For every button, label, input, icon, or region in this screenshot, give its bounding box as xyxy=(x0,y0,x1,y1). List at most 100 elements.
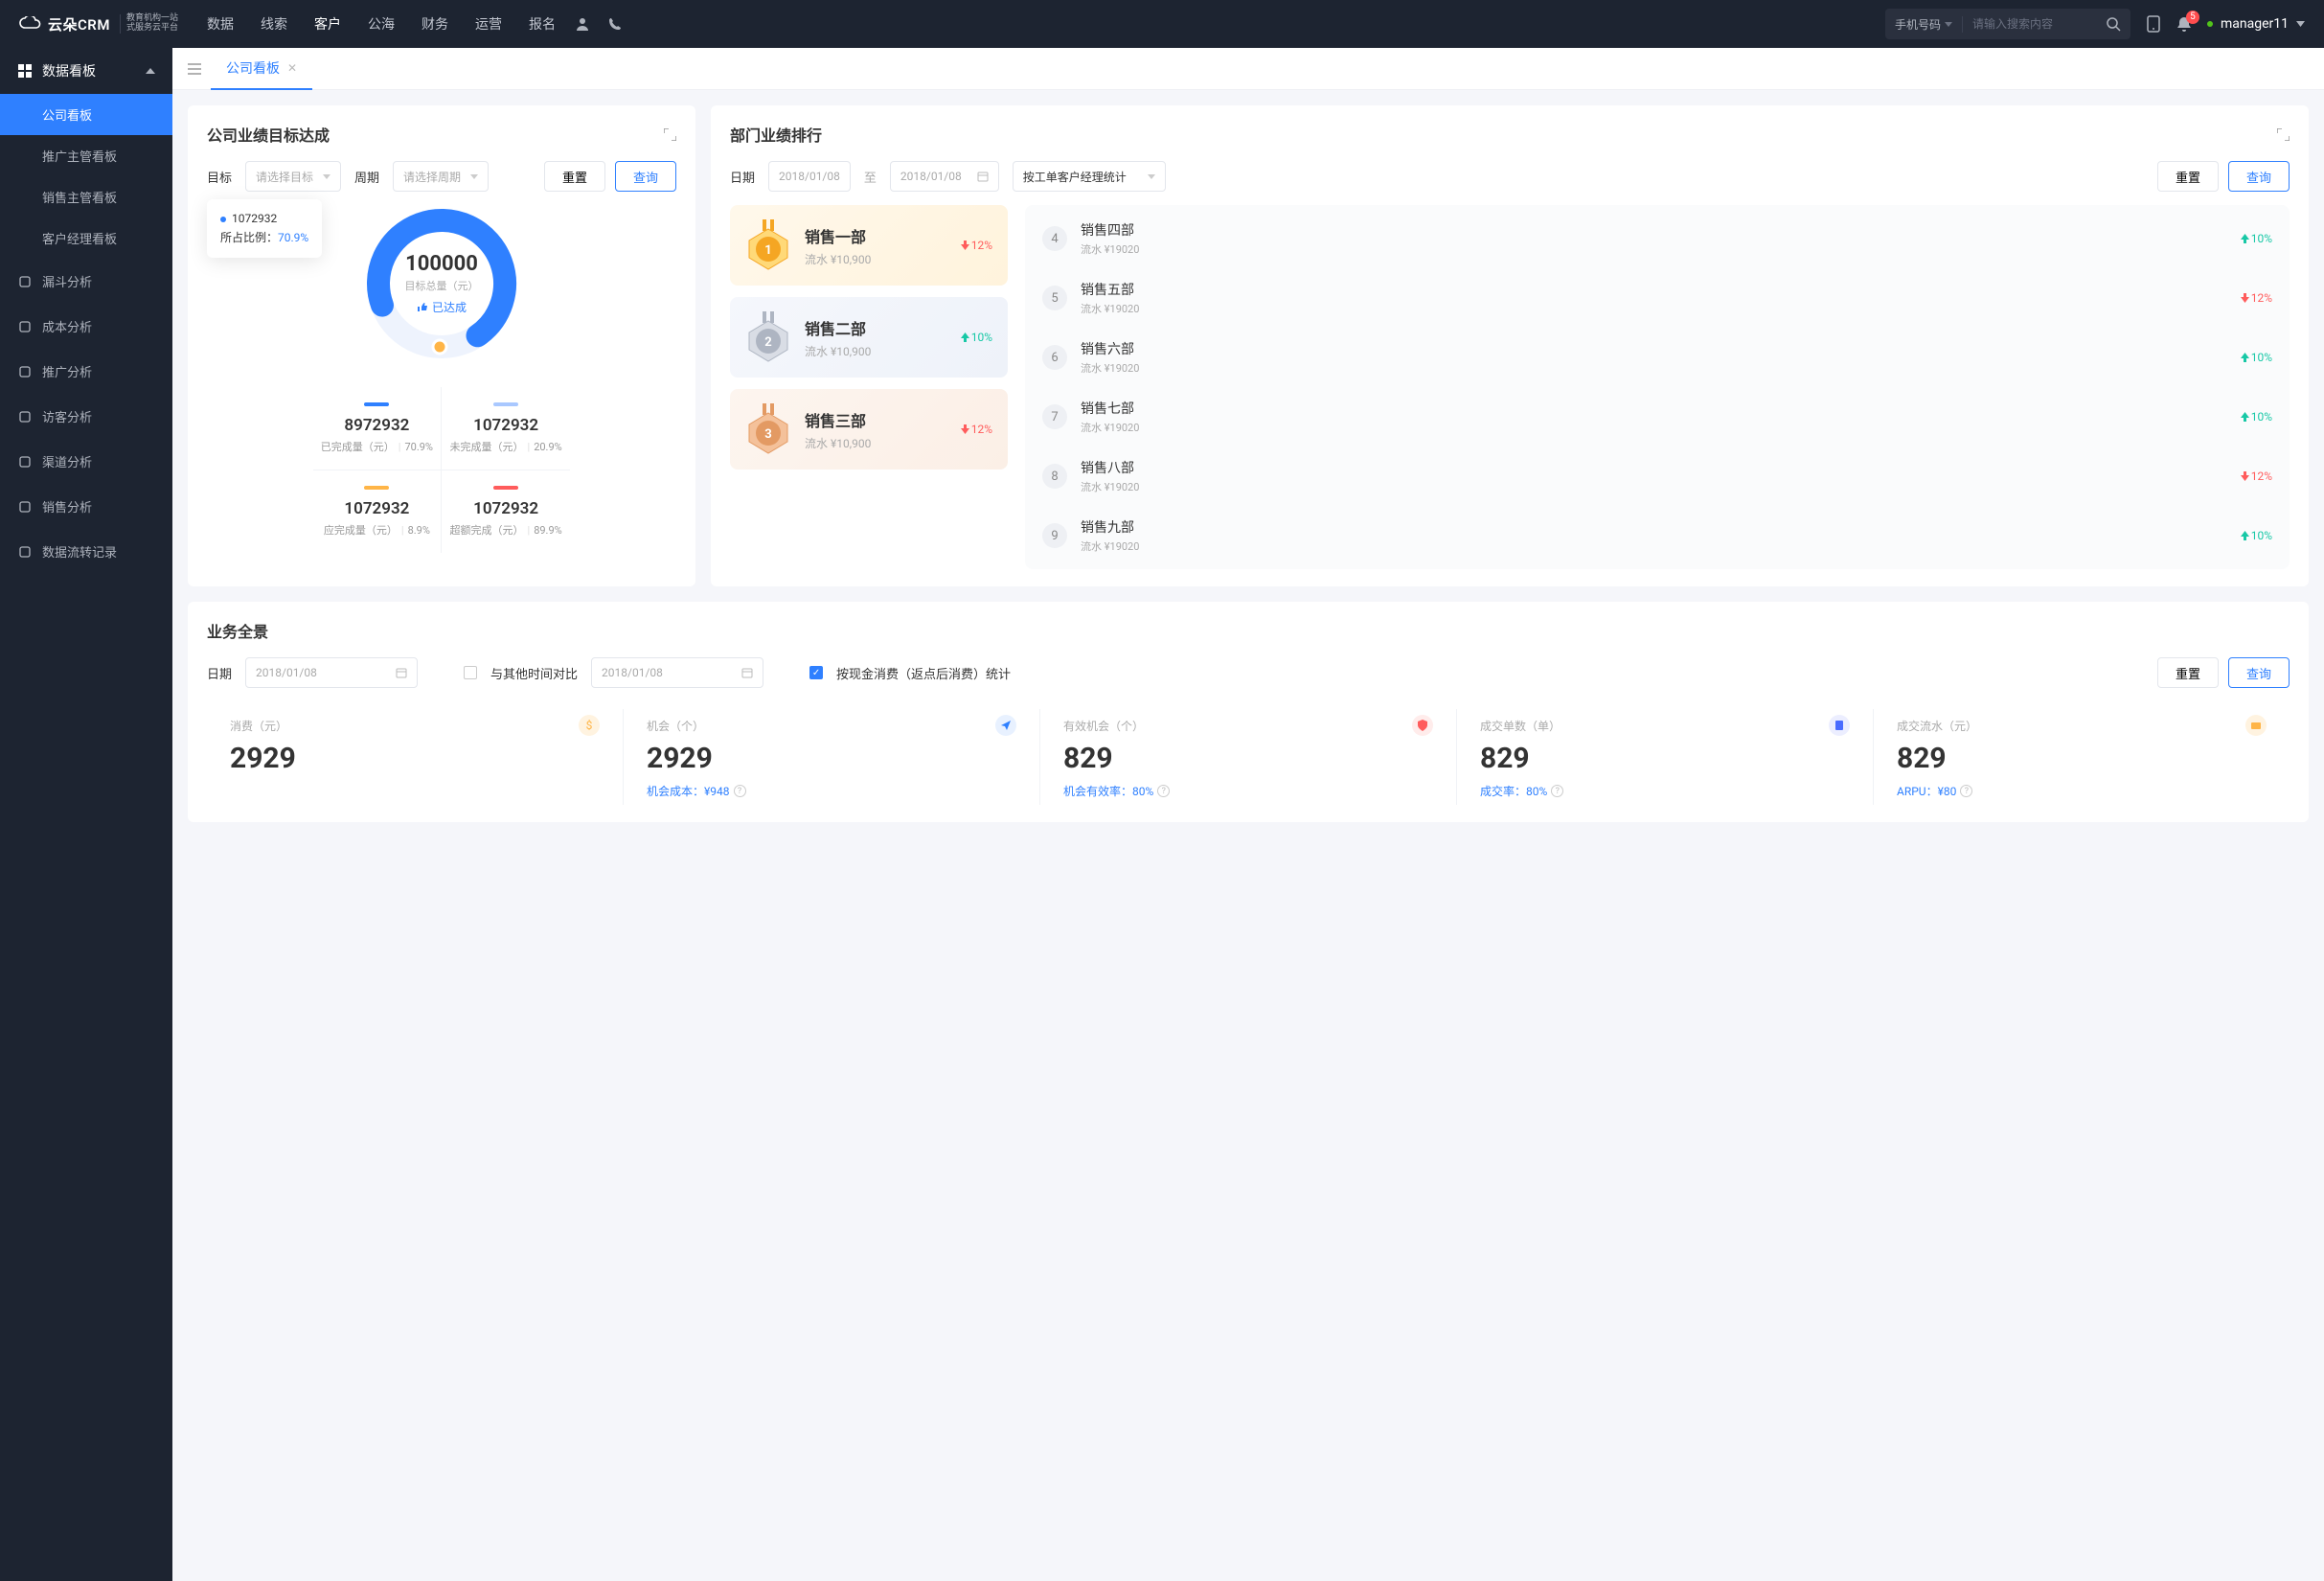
nav-item-5[interactable]: 运营 xyxy=(475,14,502,34)
stat-4: 成交流水（元） 829 ARPU：¥80 ? xyxy=(1874,709,2290,805)
rank-row: 8 销售八部流水 ¥19020 12% xyxy=(1025,447,2290,506)
user-menu[interactable]: manager11 xyxy=(2207,16,2305,32)
logo-subtitle: 教育机构一站式服务云平台 xyxy=(120,14,178,34)
help-icon[interactable]: ? xyxy=(1157,785,1170,797)
stat-2: 有效机会（个） 829 机会有效率：80% ? xyxy=(1040,709,1457,805)
nav-item-4[interactable]: 财务 xyxy=(422,14,448,34)
logo[interactable]: 云朵CRM 教育机构一站式服务云平台 xyxy=(19,14,178,34)
trend-icon: 12% xyxy=(961,423,992,436)
search-type-select[interactable]: 手机号码 xyxy=(1885,16,1963,33)
trend-icon: 10% xyxy=(961,331,992,344)
rank-top-2: 2 销售二部流水 ¥10,900 10% xyxy=(730,297,1008,378)
period-select[interactable]: 请选择周期 xyxy=(393,161,489,192)
query-button[interactable]: 查询 xyxy=(615,161,676,192)
sidebar-item-5[interactable]: 销售分析 xyxy=(0,484,172,529)
sidebar-item-0[interactable]: 漏斗分析 xyxy=(0,259,172,304)
search-input[interactable] xyxy=(1963,17,2097,31)
filter-icon xyxy=(17,274,33,289)
close-icon[interactable]: ✕ xyxy=(287,61,297,75)
help-icon[interactable]: ? xyxy=(1551,785,1563,797)
notification-badge: 5 xyxy=(2186,11,2199,24)
svg-text:2: 2 xyxy=(764,335,771,350)
rank-row: 7 销售七部流水 ¥19020 10% xyxy=(1025,387,2290,447)
nav-items: 数据 线索 客户 公海 财务 运营 报名 xyxy=(207,14,556,34)
sidebar-item-1[interactable]: 成本分析 xyxy=(0,304,172,349)
sidebar-item-6[interactable]: 数据流转记录 xyxy=(0,529,172,574)
promo-icon xyxy=(17,364,33,379)
target-cell-1: 1072932未完成量（元）|20.9% xyxy=(442,387,570,470)
ranking-card: 部门业绩排行 日期 2018/01/08 至 2018/01/08 按工单客户经… xyxy=(711,105,2309,586)
channel-icon xyxy=(17,454,33,470)
trend-icon: 12% xyxy=(961,239,992,252)
sidebar-item-4[interactable]: 渠道分析 xyxy=(0,439,172,484)
dashboard-icon xyxy=(17,63,33,79)
visitor-icon xyxy=(17,409,33,424)
medal-3-icon: 3 xyxy=(745,406,791,452)
nav-item-1[interactable]: 线索 xyxy=(261,14,287,34)
sidebar-group-dashboard[interactable]: 数据看板 xyxy=(0,48,172,94)
rank-row: 5 销售五部流水 ¥19020 12% xyxy=(1025,268,2290,328)
compare-checkbox[interactable] xyxy=(464,666,477,679)
notification-icon[interactable]: 5 xyxy=(2176,16,2192,33)
nav-item-3[interactable]: 公海 xyxy=(368,14,395,34)
business-overview-card: 业务全景 日期 2018/01/08 与其他时间对比 2018/01/08 ✓ … xyxy=(188,602,2309,822)
stat-1: 机会（个） 2929 机会成本：¥948 ? xyxy=(624,709,1040,805)
card-icon xyxy=(2245,715,2267,736)
sidebar-sub-1[interactable]: 推广主管看板 xyxy=(0,135,172,176)
search-button[interactable] xyxy=(2097,17,2130,32)
donut-chart: 100000 目标总量（元） 已达成 xyxy=(355,197,528,370)
tab-company-dashboard[interactable]: 公司看板 ✕ xyxy=(211,48,312,90)
tab-collapse-icon[interactable] xyxy=(182,57,207,80)
cost-icon xyxy=(17,319,33,334)
query-button[interactable]: 查询 xyxy=(2228,657,2290,688)
reset-button[interactable]: 重置 xyxy=(2157,161,2219,192)
expand-icon[interactable] xyxy=(2277,128,2290,141)
help-icon[interactable]: ? xyxy=(1960,785,1972,797)
rank-row: 4 销售四部流水 ¥19020 10% xyxy=(1025,209,2290,268)
sidebar: 数据看板 公司看板推广主管看板销售主管看板客户经理看板 漏斗分析成本分析推广分析… xyxy=(0,48,172,1581)
expand-icon[interactable] xyxy=(664,128,676,141)
query-button[interactable]: 查询 xyxy=(2228,161,2290,192)
sales-icon xyxy=(17,499,33,515)
date-to-input[interactable]: 2018/01/08 xyxy=(890,161,999,192)
target-cell-2: 1072932应完成量（元）|8.9% xyxy=(313,470,442,553)
stat-type-select[interactable]: 按工单客户经理统计 xyxy=(1013,161,1166,192)
sidebar-sub-3[interactable]: 客户经理看板 xyxy=(0,218,172,259)
biz-date2-input[interactable]: 2018/01/08 xyxy=(591,657,763,688)
biz-date1-input[interactable]: 2018/01/08 xyxy=(245,657,418,688)
svg-text:1: 1 xyxy=(764,243,771,258)
date-from-input[interactable]: 2018/01/08 xyxy=(768,161,851,192)
target-select[interactable]: 请选择目标 xyxy=(245,161,341,192)
medal-2-icon: 2 xyxy=(745,314,791,360)
reached-badge: 已达成 xyxy=(417,299,467,315)
medal-1-icon: 1 xyxy=(745,222,791,268)
phone-icon[interactable] xyxy=(607,16,623,32)
sidebar-item-3[interactable]: 访客分析 xyxy=(0,394,172,439)
cash-checkbox[interactable]: ✓ xyxy=(809,666,823,679)
tab-bar: 公司看板 ✕ xyxy=(172,48,2324,90)
mobile-icon[interactable] xyxy=(2146,16,2161,32)
target-label: 目标 xyxy=(207,168,232,186)
date-label: 日期 xyxy=(730,168,755,186)
money-icon: $ xyxy=(579,715,600,736)
nav-item-6[interactable]: 报名 xyxy=(529,14,556,34)
help-icon[interactable]: ? xyxy=(734,785,746,797)
chart-tooltip: 1072932 所占比例：70.9% xyxy=(207,199,322,258)
sidebar-sub-2[interactable]: 销售主管看板 xyxy=(0,176,172,218)
rank-top-3: 3 销售三部流水 ¥10,900 12% xyxy=(730,389,1008,470)
rank-row: 9 销售九部流水 ¥19020 10% xyxy=(1025,506,2290,565)
sidebar-sub-0[interactable]: 公司看板 xyxy=(0,94,172,135)
user-icon[interactable] xyxy=(575,16,590,32)
status-dot xyxy=(2207,21,2213,27)
nav-item-0[interactable]: 数据 xyxy=(207,14,234,34)
rank-top-1: 1 销售一部流水 ¥10,900 12% xyxy=(730,205,1008,286)
reset-button[interactable]: 重置 xyxy=(2157,657,2219,688)
svg-text:3: 3 xyxy=(764,427,771,442)
nav-item-2[interactable]: 客户 xyxy=(314,14,341,34)
send-icon xyxy=(995,715,1016,736)
reset-button[interactable]: 重置 xyxy=(544,161,605,192)
date-label: 日期 xyxy=(207,664,232,682)
sidebar-item-2[interactable]: 推广分析 xyxy=(0,349,172,394)
target-cell-0: 8972932已完成量（元）|70.9% xyxy=(313,387,442,470)
chevron-up-icon xyxy=(146,68,155,74)
